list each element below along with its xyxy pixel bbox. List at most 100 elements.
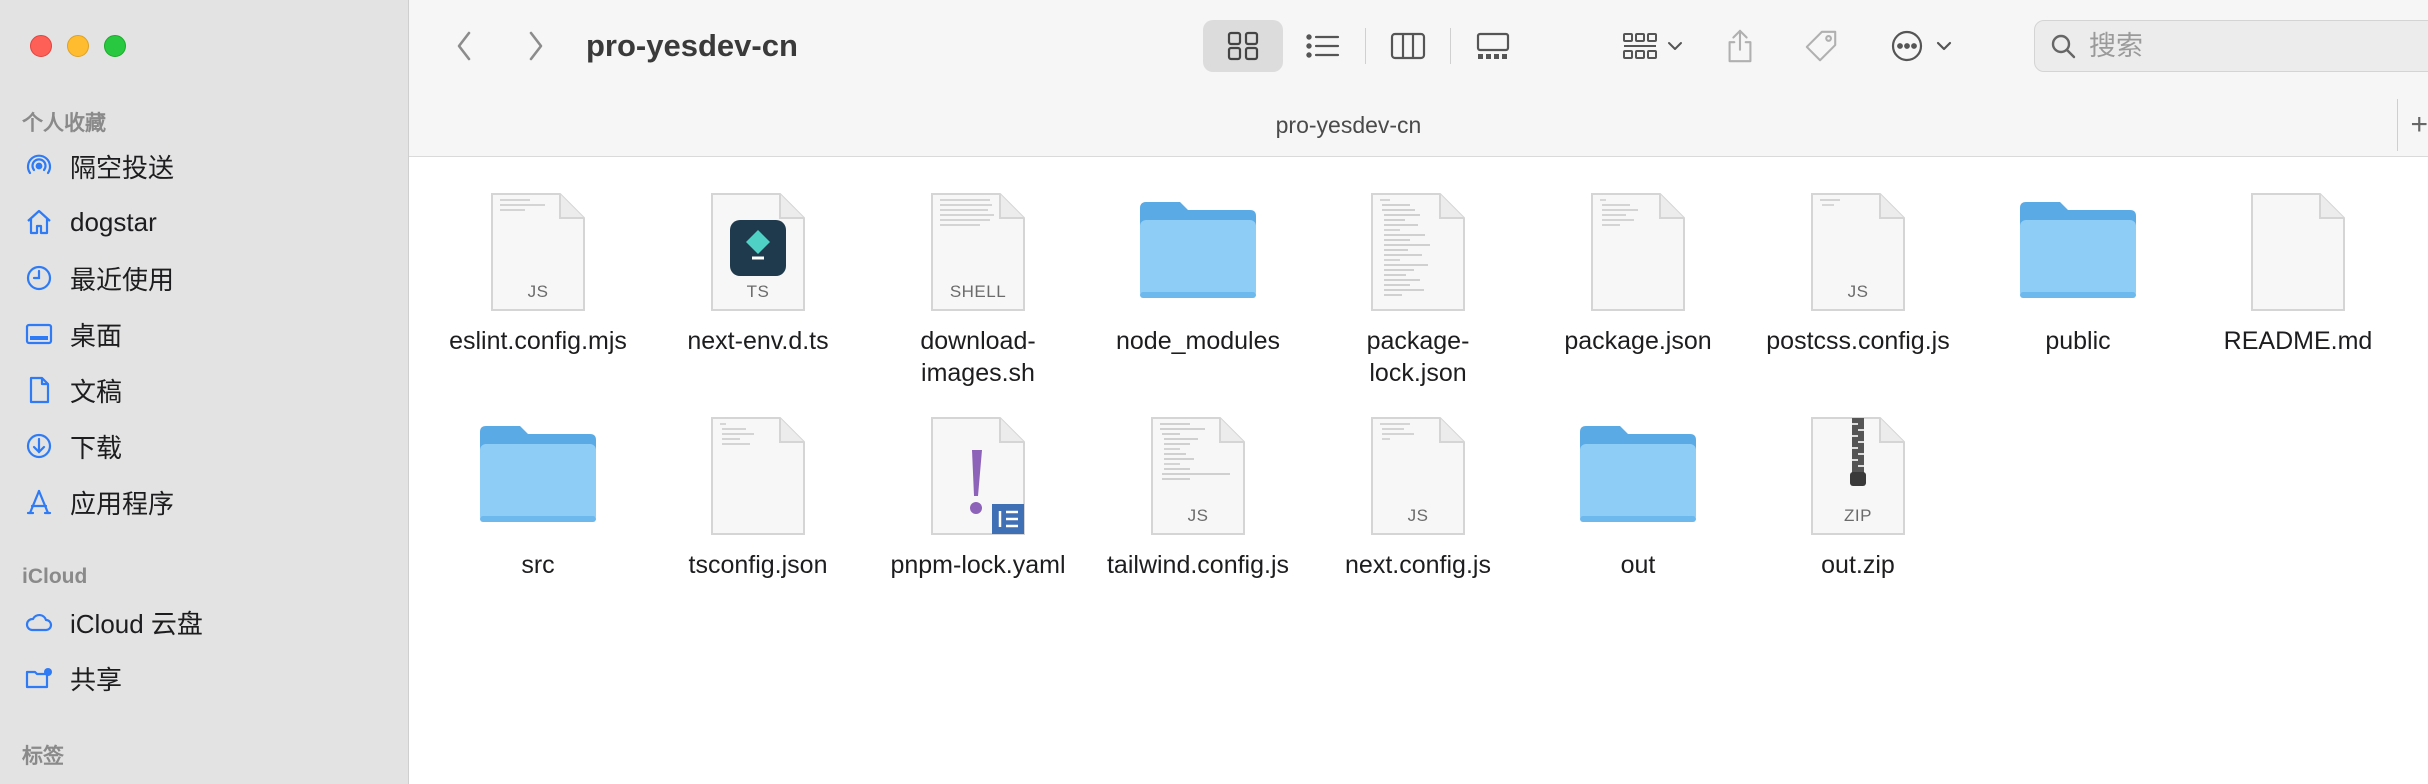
column-view-button[interactable]	[1368, 20, 1448, 72]
new-tab-button[interactable]: +	[2397, 99, 2428, 151]
separator	[1450, 28, 1451, 64]
sidebar-item-desktop[interactable]: 桌面	[22, 310, 392, 358]
search-icon	[2051, 34, 2076, 59]
sidebar-item-label: iCloud 云盘	[70, 608, 203, 639]
sidebar-item-documents[interactable]: 文稿	[22, 366, 392, 414]
sidebar-item-label: 最近使用	[70, 264, 175, 295]
tab-title[interactable]: pro-yesdev-cn	[1276, 112, 1422, 139]
file-item-next-config[interactable]: JS next.config.js	[1308, 411, 1528, 581]
file-name: tsconfig.json	[688, 551, 828, 579]
more-actions-button[interactable]	[1884, 22, 1964, 70]
file-name: download- images.sh	[920, 327, 1036, 387]
file-name: next.config.js	[1345, 551, 1491, 579]
search-input[interactable]	[2087, 29, 2391, 63]
sidebar-item-icloud-drive[interactable]: iCloud 云盘	[22, 598, 392, 646]
shared-folder-icon	[22, 661, 56, 695]
icon-view-button[interactable]	[1203, 20, 1283, 72]
folder-icon	[476, 422, 600, 531]
js-file-icon: JS	[1150, 416, 1246, 536]
file-item-eslint-config[interactable]: JS eslint.config.mjs	[428, 187, 648, 357]
file-item-pnpm-lock[interactable]: pnpm-lock.yaml	[868, 411, 1088, 581]
download-icon	[22, 429, 56, 463]
minimize-window-button[interactable]	[67, 35, 89, 57]
sidebar-item-airdrop[interactable]: 隔空投送	[22, 142, 392, 190]
group-by-button[interactable]	[1609, 22, 1699, 70]
toolbar: pro-yesdev-cn	[409, 0, 2428, 95]
share-button[interactable]	[1720, 22, 1760, 70]
columns-icon	[1390, 32, 1426, 60]
folder-icon	[1576, 422, 1700, 531]
js-file-icon: JS	[490, 192, 586, 312]
sidebar-item-downloads[interactable]: 下载	[22, 422, 392, 470]
file-item-public[interactable]: public	[1968, 187, 2188, 357]
file-item-src[interactable]: src	[428, 411, 648, 581]
document-icon	[22, 373, 56, 407]
share-icon	[1728, 29, 1752, 63]
file-item-out[interactable]: out	[1528, 411, 1748, 581]
file-grid: JS eslint.config.mjs TS next-env.d.ts SH…	[409, 157, 2428, 784]
sidebar-item-recents[interactable]: 最近使用	[22, 254, 392, 302]
tab-bar: pro-yesdev-cn +	[409, 95, 2428, 157]
file-item-download-images[interactable]: SHELL download- images.sh	[868, 187, 1088, 389]
window-controls	[30, 35, 126, 57]
gallery-view-button[interactable]	[1453, 20, 1533, 72]
json-file-icon	[710, 416, 806, 536]
sidebar-item-applications[interactable]: 应用程序	[22, 478, 392, 526]
chevron-right-icon	[529, 31, 543, 61]
file-name: eslint.config.mjs	[449, 327, 627, 355]
view-mode-switcher	[1203, 20, 1533, 72]
sidebar-item-label: 隔空投送	[70, 152, 175, 183]
clock-icon	[22, 261, 56, 295]
search-field[interactable]	[2034, 20, 2428, 72]
sidebar-item-home[interactable]: dogstar	[22, 198, 392, 246]
folder-icon	[1136, 198, 1260, 307]
sidebar-item-label: 共享	[70, 664, 123, 695]
json-file-icon	[1590, 192, 1686, 312]
file-name: pnpm-lock.yaml	[890, 551, 1066, 579]
file-name: out.zip	[1821, 551, 1895, 579]
file-name: public	[2045, 327, 2111, 355]
close-window-button[interactable]	[30, 35, 52, 57]
sidebar-section-favorites: 个人收藏	[22, 112, 106, 135]
file-item-package-json[interactable]: package.json	[1528, 187, 1748, 357]
file-item-postcss-config[interactable]: JS postcss.config.js	[1748, 187, 1968, 357]
file-item-readme[interactable]: README.md	[2188, 187, 2408, 357]
sidebar-item-label: 应用程序	[70, 488, 175, 519]
tag-button[interactable]	[1799, 22, 1843, 70]
file-name: tailwind.config.js	[1106, 551, 1290, 579]
desktop-icon	[22, 317, 56, 351]
group-icon	[1623, 33, 1682, 59]
file-item-package-lock[interactable]: package- lock.json	[1308, 187, 1528, 389]
file-name: node_modules	[1115, 327, 1280, 355]
applications-icon	[22, 485, 56, 519]
back-button[interactable]	[447, 28, 481, 64]
js-file-icon: JS	[1370, 416, 1466, 536]
chevron-left-icon	[457, 31, 471, 61]
markdown-file-icon	[2250, 192, 2346, 312]
zoom-window-button[interactable]	[104, 35, 126, 57]
file-item-tailwind-config[interactable]: JS tailwind.config.js	[1088, 411, 1308, 581]
gallery-icon	[1476, 32, 1510, 59]
grid-icon	[1227, 31, 1259, 61]
zip-file-icon: ZIP	[1810, 416, 1906, 536]
js-file-icon: JS	[1810, 192, 1906, 312]
cloud-icon	[22, 605, 56, 639]
sidebar-item-shared[interactable]: 共享	[22, 654, 392, 702]
file-name: next-env.d.ts	[687, 327, 829, 355]
list-view-button[interactable]	[1283, 20, 1363, 72]
file-type-label: TS	[746, 282, 770, 301]
file-item-next-env[interactable]: TS next-env.d.ts	[648, 187, 868, 357]
file-name: src	[521, 551, 555, 579]
json-file-icon	[1370, 192, 1466, 312]
file-item-node-modules[interactable]: node_modules	[1088, 187, 1308, 357]
folder-icon	[2016, 198, 2140, 307]
file-item-tsconfig[interactable]: tsconfig.json	[648, 411, 868, 581]
file-name: package.json	[1564, 327, 1712, 355]
forward-button[interactable]	[519, 28, 553, 64]
file-name: README.md	[2223, 327, 2373, 355]
shell-file-icon: SHELL	[930, 192, 1026, 312]
list-icon	[1306, 34, 1340, 58]
file-item-out-zip[interactable]: ZIP out.zip	[1748, 411, 1968, 581]
separator	[1365, 28, 1366, 64]
ellipsis-circle-icon	[1891, 30, 1952, 62]
